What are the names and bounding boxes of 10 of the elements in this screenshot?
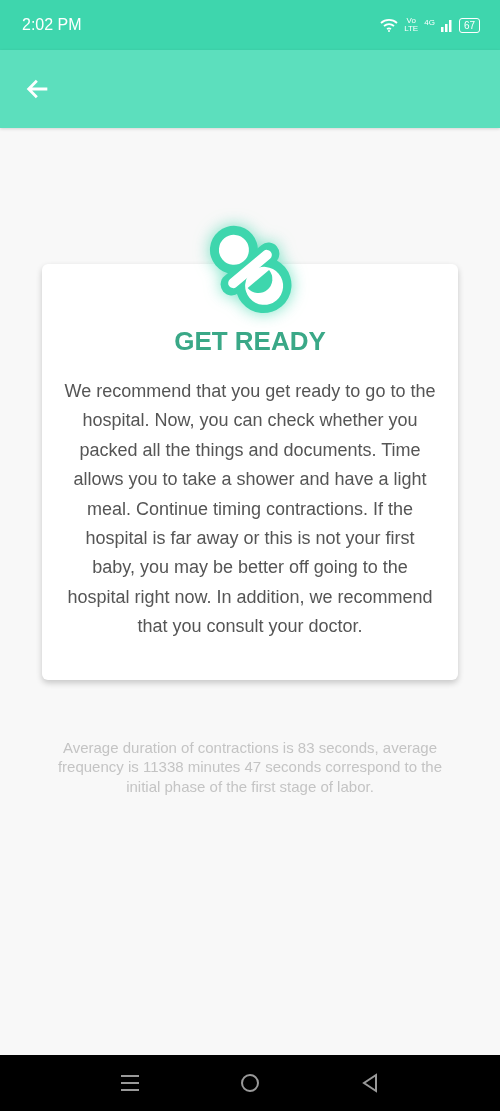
network-type: Vo LTE <box>404 17 419 33</box>
signal-icon <box>440 18 453 32</box>
status-time: 2:02 PM <box>22 16 82 34</box>
wifi-icon <box>380 18 399 32</box>
battery-level: 67 <box>458 17 480 33</box>
signal-label: 4G <box>424 19 435 27</box>
card-title: GET READY <box>174 326 326 357</box>
menu-icon[interactable] <box>119 1072 141 1094</box>
home-circle-icon[interactable] <box>239 1072 261 1094</box>
card-body: We recommend that you get ready to go to the hospital. Now, you can check whether you packed all the things and documents. Time allows you to take a shower and have a light meal. Continue timing contractions. If the hospital is far away or this is not your first baby, you may be better off going to the hospital right now. In addition, we recommend that you consult your doctor. <box>64 380 436 639</box>
